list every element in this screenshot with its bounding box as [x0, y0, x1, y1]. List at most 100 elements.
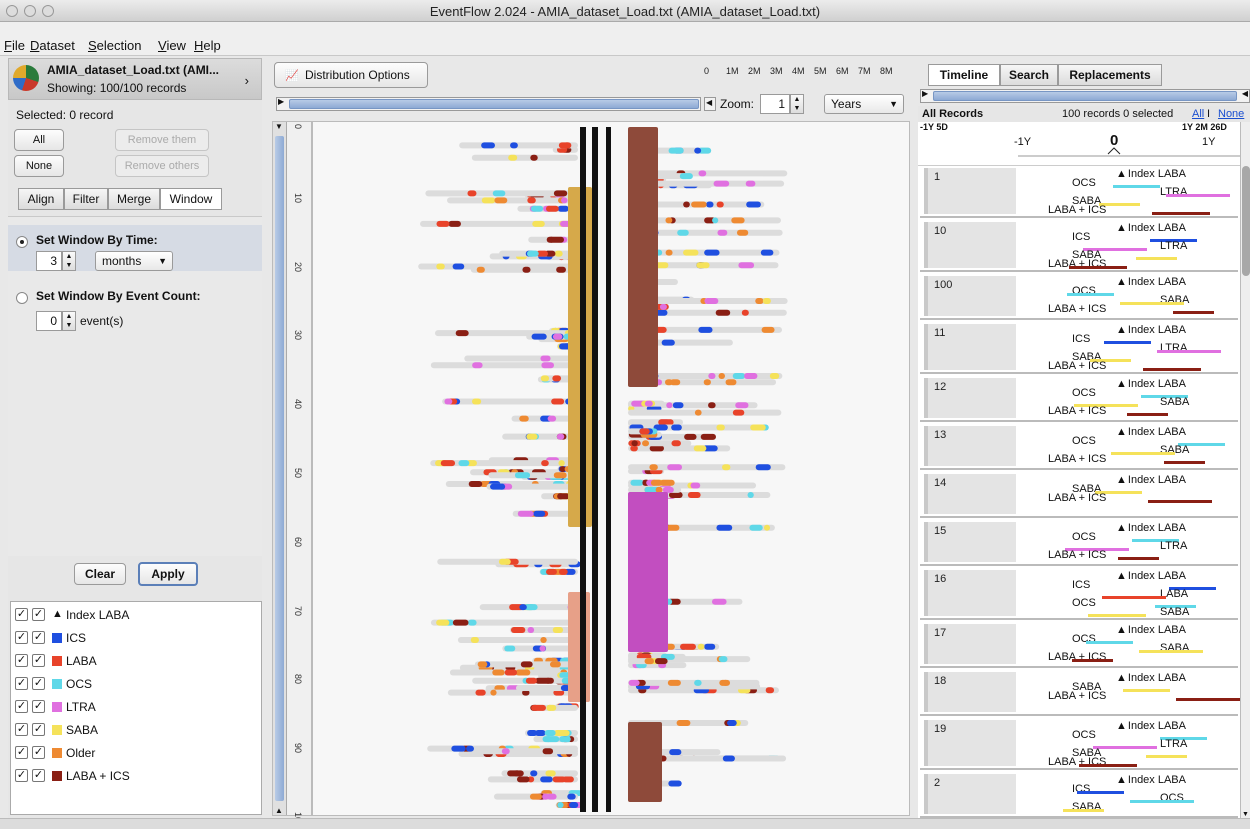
- record-row[interactable]: 100 ▲Index LABA OCS SABA LABA + ICS: [920, 274, 1238, 320]
- record-row[interactable]: 16 ▲Index LABA ICS LABA OCS SABA: [920, 568, 1238, 620]
- event-mark: [552, 333, 563, 340]
- window-by-count-radio[interactable]: [16, 292, 28, 304]
- include-checkbox[interactable]: ✓: [32, 654, 45, 667]
- include-checkbox[interactable]: ✓: [32, 723, 45, 736]
- include-checkbox[interactable]: ✓: [32, 700, 45, 713]
- select-none-button[interactable]: None: [14, 155, 64, 177]
- include-checkbox[interactable]: ✓: [32, 746, 45, 759]
- record-row[interactable]: 12 ▲Index LABA OCS SABA LABA + ICS: [920, 376, 1238, 422]
- select-none-link[interactable]: None: [1218, 108, 1244, 120]
- clear-button[interactable]: Clear: [74, 563, 126, 585]
- tab-search[interactable]: Search: [1000, 64, 1058, 86]
- vertical-scroll-thumb[interactable]: [275, 136, 284, 801]
- scroll-down-icon[interactable]: ▲: [275, 806, 283, 815]
- scroll-right-icon[interactable]: ◀: [1242, 89, 1248, 98]
- include-checkbox[interactable]: ✓: [32, 677, 45, 690]
- visible-checkbox[interactable]: ✓: [15, 631, 28, 644]
- tab-timeline[interactable]: Timeline: [928, 64, 1000, 86]
- record-row[interactable]: 19 ▲Index LABA OCS LTRA SABA LABA + ICS: [920, 718, 1238, 770]
- tab-align[interactable]: Align: [18, 188, 64, 210]
- event-mark: [476, 266, 485, 273]
- include-checkbox[interactable]: ✓: [32, 631, 45, 644]
- timeline-hscroll-thumb[interactable]: [933, 91, 1237, 101]
- window-by-time-radio[interactable]: [16, 236, 28, 248]
- event-mark: [527, 197, 536, 204]
- event-bar-bg: [476, 748, 578, 755]
- distribution-options-button[interactable]: 📈 Distribution Options: [274, 62, 428, 88]
- event-mark: [668, 147, 684, 154]
- event-mark: [452, 263, 465, 270]
- zoom-stepper[interactable]: ▲ ▼: [790, 94, 804, 114]
- index-line: [606, 127, 611, 812]
- record-row[interactable]: 13 ▲Index LABA OCS SABA LABA + ICS: [920, 424, 1238, 470]
- scroll-right-button[interactable]: ◀: [704, 97, 716, 111]
- window-title: EventFlow 2.024 - AMIA_dataset_Load.txt …: [429, 4, 821, 19]
- horizontal-scrollbar[interactable]: ▶: [276, 97, 701, 111]
- chevron-down-icon: ▼: [889, 99, 898, 109]
- all-records-label: All Records: [922, 108, 984, 120]
- record-row[interactable]: 11 ▲Index LABA ICS LTRA SABA LABA + ICS: [920, 322, 1238, 374]
- tab-filter[interactable]: Filter: [64, 188, 108, 210]
- record-row[interactable]: 17 ▲Index LABA OCS SABA LABA + ICS: [920, 622, 1238, 668]
- record-row[interactable]: 2 ▲Index LABA ICS OCS SABA: [920, 772, 1238, 818]
- include-checkbox[interactable]: ✓: [32, 769, 45, 782]
- record-row[interactable]: 10 ▲Index LABA ICS LTRA SABA LABA + ICS: [920, 220, 1238, 272]
- zoom-value-input[interactable]: 1: [760, 94, 790, 114]
- visible-checkbox[interactable]: ✓: [15, 769, 28, 782]
- visible-checkbox[interactable]: ✓: [15, 654, 28, 667]
- scroll-down-icon[interactable]: ▼: [1242, 811, 1249, 818]
- remove-others-button[interactable]: Remove others: [115, 155, 209, 177]
- time-unit-select[interactable]: months ▼: [95, 251, 173, 271]
- select-all-button[interactable]: All: [14, 129, 64, 151]
- menu-dataset[interactable]: Dataset: [30, 38, 75, 53]
- scroll-left-icon[interactable]: ▶: [278, 97, 284, 106]
- select-all-link[interactable]: All: [1192, 108, 1204, 120]
- visible-checkbox[interactable]: ✓: [15, 608, 28, 621]
- event-mark: [667, 679, 681, 686]
- vertical-scrollbar[interactable]: ▼ ▲: [273, 122, 287, 815]
- visible-checkbox[interactable]: ✓: [15, 723, 28, 736]
- visible-checkbox[interactable]: ✓: [15, 746, 28, 759]
- timeline-hscroll[interactable]: ▶ ◀: [920, 89, 1250, 103]
- tab-replacements[interactable]: Replacements: [1058, 64, 1162, 86]
- zoom-unit-select[interactable]: Years ▼: [824, 94, 904, 114]
- scroll-up-icon[interactable]: ▼: [275, 122, 283, 131]
- event-bar-bg: [430, 362, 578, 369]
- include-checkbox[interactable]: ✓: [32, 608, 45, 621]
- dataset-card[interactable]: AMIA_dataset_Load.txt (AMI... Showing: 1…: [8, 58, 262, 100]
- menu-selection-label: election: [96, 38, 142, 53]
- menu-file[interactable]: File: [4, 38, 25, 53]
- event-mark: [531, 704, 546, 711]
- event-mark: [545, 770, 556, 777]
- event-label-text: Index LABA: [1127, 222, 1186, 234]
- record-row[interactable]: 15 ▲Index LABA OCS LTRA LABA + ICS: [920, 520, 1238, 566]
- event-label: ▲Index LABA: [1116, 672, 1186, 684]
- time-value-input[interactable]: 3: [36, 251, 62, 271]
- ruler-tick: 30: [293, 330, 303, 341]
- event-interval: [1130, 800, 1194, 803]
- event-mark: [514, 472, 531, 479]
- remove-them-button[interactable]: Remove them: [115, 129, 209, 151]
- color-swatch: [52, 725, 62, 735]
- event-mark: [669, 749, 682, 756]
- count-value-input[interactable]: 0: [36, 311, 62, 331]
- menu-selection[interactable]: Selection: [88, 38, 141, 53]
- record-row[interactable]: 14 ▲Index LABA SABA LABA + ICS: [920, 472, 1238, 518]
- menu-view[interactable]: View: [158, 38, 186, 53]
- record-row[interactable]: 18 ▲Index LABA SABA LABA + ICS: [920, 670, 1240, 716]
- visible-checkbox[interactable]: ✓: [15, 700, 28, 713]
- tab-merge[interactable]: Merge: [108, 188, 160, 210]
- record-row[interactable]: 1 ▲Index LABA OCS LTRA SABA LABA + ICS: [920, 166, 1238, 218]
- record-list-scroll-thumb[interactable]: [1242, 166, 1250, 276]
- record-list-scrollbar[interactable]: ▼: [1240, 122, 1250, 818]
- horizontal-scroll-thumb[interactable]: [289, 99, 699, 109]
- count-value-stepper[interactable]: ▲ ▼: [62, 311, 76, 331]
- time-value-stepper[interactable]: ▲ ▼: [62, 251, 76, 271]
- menu-help[interactable]: Help: [194, 38, 221, 53]
- chevron-right-icon[interactable]: ›: [245, 73, 249, 88]
- tab-window[interactable]: Window: [160, 188, 222, 210]
- event-distribution-canvas[interactable]: [312, 121, 910, 816]
- scroll-left-icon[interactable]: ▶: [922, 89, 928, 98]
- visible-checkbox[interactable]: ✓: [15, 677, 28, 690]
- apply-button[interactable]: Apply: [138, 562, 198, 586]
